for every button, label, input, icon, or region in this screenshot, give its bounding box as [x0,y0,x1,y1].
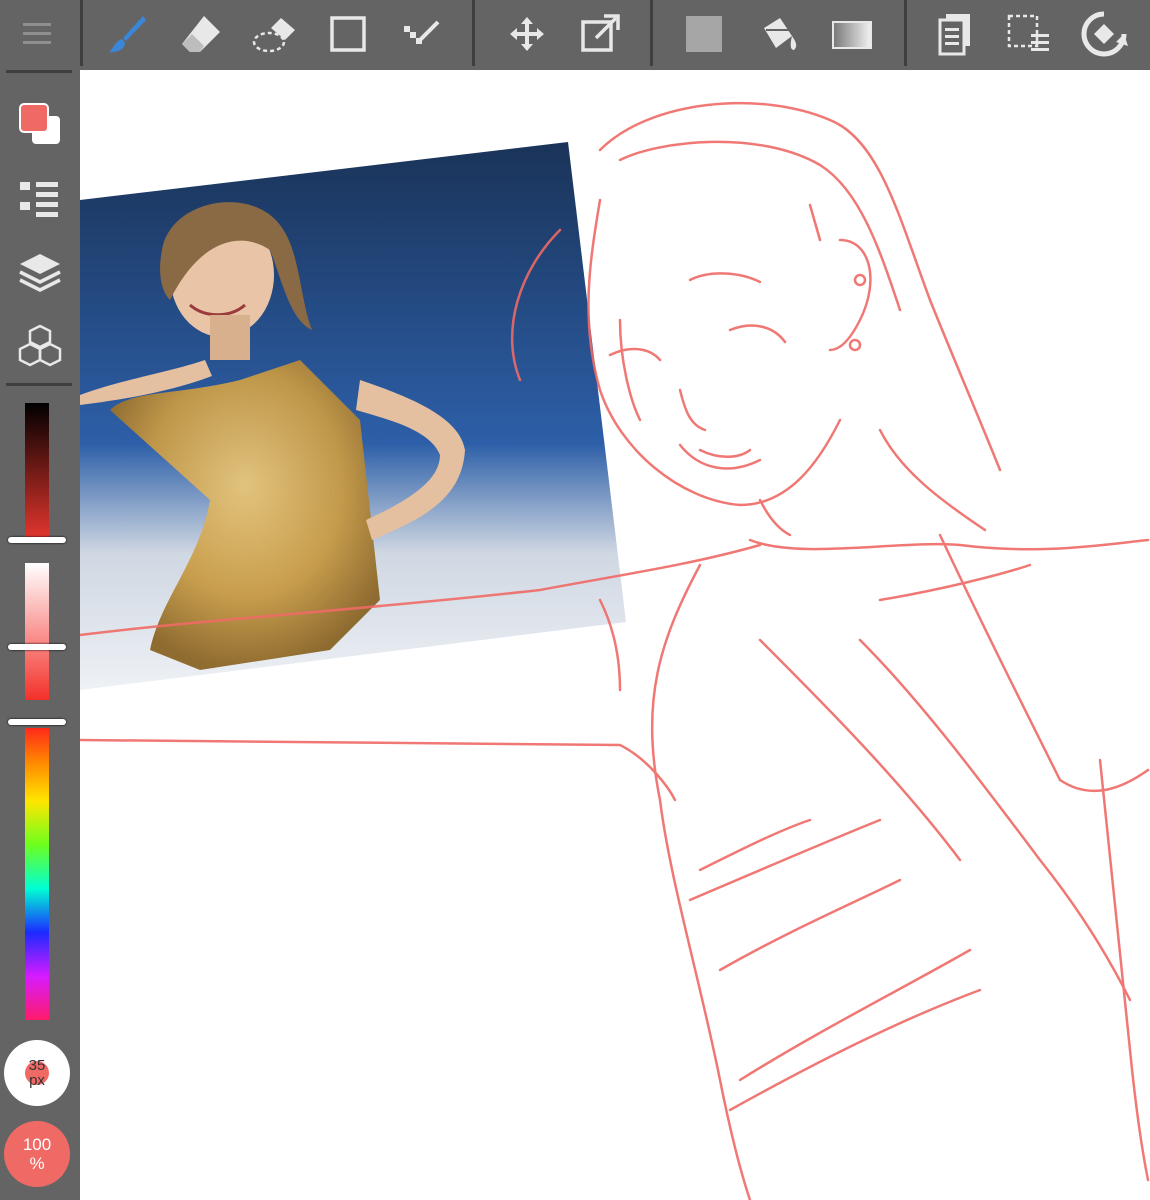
brush-opacity-button[interactable]: 100 % [4,1121,70,1187]
gradient-tool-icon[interactable] [822,5,882,63]
drawing-canvas[interactable] [80,70,1150,1200]
brush-opacity-label: 100 % [22,1135,52,1173]
magic-wand-icon[interactable] [392,5,452,63]
rotate-canvas-icon[interactable] [1074,5,1134,63]
brightness-slider[interactable] [25,403,49,538]
materials-icon[interactable] [10,316,70,376]
left-sidebar: 35 px 100 % [0,70,80,1200]
select-layer-icon[interactable] [999,5,1059,63]
menu-icon[interactable] [7,5,67,63]
hue-thumb[interactable] [8,719,66,725]
material-icon[interactable] [926,5,986,63]
brush-list-icon[interactable] [10,168,70,228]
top-toolbar [0,0,1150,70]
transform-tool-icon[interactable] [570,5,630,63]
brush-size-label: 35 px [28,1057,46,1089]
rectangle-tool-icon[interactable] [318,5,378,63]
selection-eraser-icon[interactable] [245,5,305,63]
bucket-tool-icon[interactable] [748,5,808,63]
brush-tool-icon[interactable] [97,5,157,63]
brightness-thumb[interactable] [8,537,66,543]
eraser-tool-icon[interactable] [170,5,230,63]
saturation-slider[interactable] [25,563,49,700]
saturation-thumb[interactable] [8,644,66,650]
brush-size-button[interactable]: 35 px [4,1040,70,1106]
color-swap-icon[interactable] [10,94,70,154]
move-tool-icon[interactable] [497,5,557,63]
layers-icon[interactable] [10,242,70,302]
fill-color-icon[interactable] [674,5,734,63]
hue-slider[interactable] [25,728,49,1020]
